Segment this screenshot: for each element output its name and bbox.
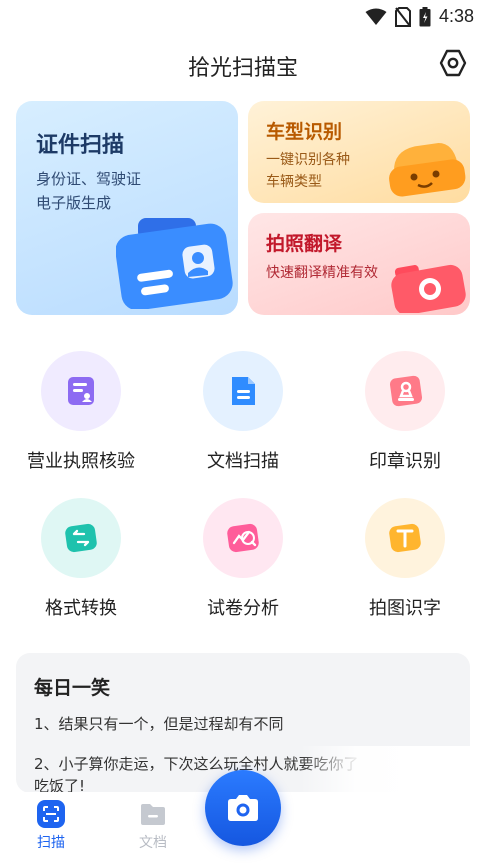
tool-format-convert[interactable]: 格式转换: [1, 498, 161, 620]
scan-icon: [37, 800, 65, 828]
hexagon-settings-icon: [439, 49, 467, 77]
camera-capture-button[interactable]: [205, 770, 281, 846]
nav-docs-tab[interactable]: 文档: [123, 800, 183, 852]
tool-exam-analysis[interactable]: 试卷分析: [163, 498, 323, 620]
id-scan-title: 证件扫描: [36, 133, 125, 158]
nav-scan-tab[interactable]: 扫描: [21, 800, 81, 852]
car-recognition-desc-line2: 车辆类型: [266, 174, 322, 190]
app-header: 拾光扫描宝: [0, 40, 486, 88]
photo-translate-desc: 快速翻译精准有效: [266, 265, 378, 281]
id-scan-desc-line1: 身份证、驾驶证: [36, 170, 142, 188]
app-title: 拾光扫描宝: [187, 56, 298, 81]
tool-stamp-recognition[interactable]: 印章识别: [325, 351, 485, 473]
text-recognition-icon: [365, 498, 445, 578]
settings-button[interactable]: [436, 46, 470, 80]
stamp-icon: [365, 351, 445, 431]
tool-label: 印章识别: [369, 451, 441, 472]
daily-joke-title: 每日一笑: [34, 677, 111, 699]
tool-document-scan[interactable]: 文档扫描: [163, 351, 323, 473]
exam-analysis-icon: [203, 498, 283, 578]
photo-translate-card[interactable]: 拍照翻译 快速翻译精准有效: [248, 213, 470, 315]
document-icon: [203, 351, 283, 431]
tool-label: 试卷分析: [207, 598, 279, 619]
battery-icon: [419, 6, 431, 26]
car-recognition-card[interactable]: 车型识别 一键识别各种 车辆类型: [248, 101, 470, 203]
status-icons: 4:38: [365, 6, 474, 27]
id-scan-card[interactable]: 证件扫描 身份证、驾驶证 电子版生成: [16, 101, 238, 315]
wifi-icon: [365, 8, 387, 25]
status-bar: 4:38: [0, 0, 486, 32]
no-sim-icon: [394, 6, 411, 27]
id-card-icon: [116, 218, 233, 309]
tool-label: 拍图识字: [369, 598, 441, 619]
camera-icon: [228, 795, 258, 821]
nav-docs-label: 文档: [139, 835, 167, 851]
status-time: 4:38: [438, 6, 474, 26]
tool-business-license[interactable]: 营业执照核验: [1, 351, 161, 473]
id-scan-desc-line2: 电子版生成: [36, 194, 112, 212]
folder-icon: [139, 800, 167, 828]
joke-line: 1、结果只有一个，但是过程却有不同: [34, 715, 284, 733]
business-license-icon: [41, 351, 121, 431]
car-recognition-desc-line1: 一键识别各种: [266, 152, 350, 168]
tool-label: 营业执照核验: [27, 451, 135, 472]
car-recognition-title: 车型识别: [266, 121, 343, 143]
tool-label: 格式转换: [45, 598, 117, 619]
tool-label: 文档扫描: [207, 451, 279, 472]
tool-text-recognition[interactable]: 拍图识字: [325, 498, 485, 620]
nav-scan-label: 扫描: [37, 835, 65, 851]
car-icon: [389, 143, 466, 197]
convert-icon: [41, 498, 121, 578]
camera-translate-icon: [391, 264, 466, 313]
photo-translate-title: 拍照翻译: [266, 233, 343, 255]
